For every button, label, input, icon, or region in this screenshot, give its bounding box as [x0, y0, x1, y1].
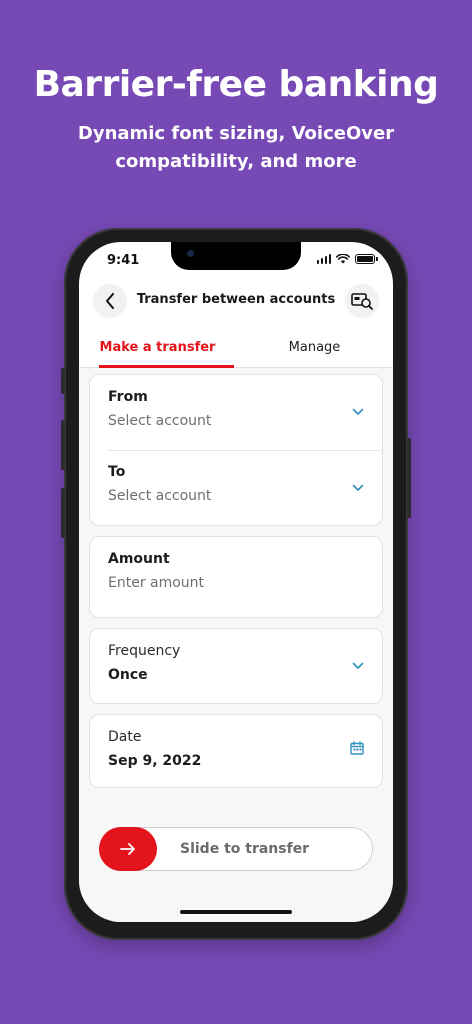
promo-subline: Dynamic font sizing, VoiceOver compatibi… [77, 123, 395, 172]
nav-bar: Transfer between accounts [79, 282, 393, 322]
date-card[interactable]: Date Sep 9, 2022 [89, 714, 383, 788]
date-label: Date [108, 729, 142, 745]
to-field[interactable]: To Select account [90, 450, 382, 526]
check-search-button[interactable] [345, 284, 379, 318]
to-placeholder: Select account [108, 488, 212, 504]
check-search-icon [351, 293, 373, 310]
frequency-card[interactable]: Frequency Once [89, 628, 383, 704]
phone-mute-switch [61, 368, 65, 394]
accounts-card: From Select account To Select account [89, 374, 383, 526]
date-field[interactable]: Date Sep 9, 2022 [90, 715, 382, 769]
battery-icon [355, 254, 378, 264]
from-placeholder: Select account [108, 413, 212, 429]
amount-placeholder: Enter amount [108, 575, 205, 591]
chevron-left-icon [106, 293, 114, 309]
slide-to-transfer[interactable]: Slide to transfer [99, 827, 373, 871]
status-icons [316, 254, 378, 264]
amount-card[interactable]: Amount Enter amount [89, 536, 383, 618]
phone-screen: 9:41 Transfer between accounts Make a tr… [79, 242, 393, 922]
chevron-down-icon [352, 484, 364, 491]
home-indicator[interactable] [180, 910, 292, 914]
calendar-icon[interactable] [350, 741, 364, 755]
amount-field[interactable]: Amount Enter amount [90, 537, 382, 591]
arrow-right-icon [120, 843, 135, 855]
chevron-down-icon [352, 408, 364, 415]
back-button[interactable] [93, 284, 127, 318]
wifi-icon [336, 254, 350, 264]
from-field[interactable]: From Select account [90, 375, 382, 450]
camera-icon [187, 250, 194, 257]
phone-notch [171, 242, 301, 270]
slider-label: Slide to transfer [180, 841, 310, 857]
tab-manage[interactable]: Manage [236, 332, 393, 367]
slider-handle[interactable] [99, 827, 157, 871]
phone-power-button [407, 438, 411, 518]
frequency-value: Once [108, 667, 148, 683]
phone-volume-up [61, 420, 65, 470]
to-label: To [108, 464, 126, 480]
from-label: From [108, 389, 148, 405]
status-time: 9:41 [107, 253, 140, 268]
amount-label: Amount [108, 551, 170, 567]
promo-headline: Barrier-free banking [33, 64, 439, 105]
tab-bar: Make a transfer Manage [79, 332, 393, 368]
page-title: Transfer between accounts [136, 292, 336, 307]
tab-make-a-transfer[interactable]: Make a transfer [79, 332, 236, 368]
frequency-label: Frequency [108, 643, 181, 659]
chevron-down-icon [352, 662, 364, 669]
frequency-field[interactable]: Frequency Once [90, 629, 382, 683]
phone-volume-down [61, 488, 65, 538]
cellular-signal-icon [316, 254, 331, 264]
date-value: Sep 9, 2022 [108, 753, 202, 769]
